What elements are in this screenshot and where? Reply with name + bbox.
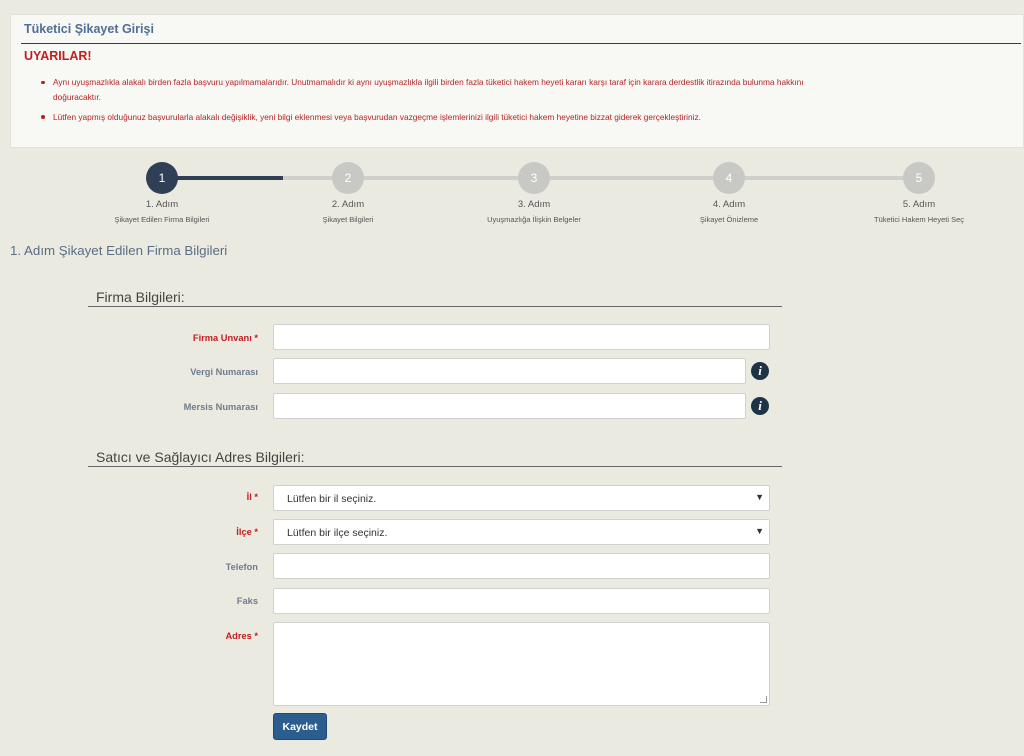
firma-group-title: Firma Bilgileri: bbox=[96, 289, 185, 305]
faks-label: Faks bbox=[236, 596, 258, 606]
step-label: 2. Adım bbox=[331, 199, 365, 210]
info-icon[interactable]: i bbox=[751, 362, 769, 380]
adres-group-divider bbox=[88, 466, 782, 467]
step-subtitle: Uyuşmazlığa İlişkin Belgeler bbox=[487, 215, 581, 224]
firma-group-divider bbox=[88, 306, 782, 307]
step-1[interactable]: 1 1. Adım Şikayet Edilen Firma Bilgileri bbox=[87, 160, 237, 224]
vergi-numarasi-label: Vergi Numarası bbox=[190, 367, 258, 377]
telefon-input[interactable] bbox=[274, 554, 769, 578]
warnings-panel: Tüketici Şikayet Girişi UYARILAR! Aynı u… bbox=[10, 14, 1024, 148]
telefon-label: Telefon bbox=[225, 562, 258, 572]
il-select[interactable]: Lütfen bir il seçiniz. ▼ bbox=[273, 485, 770, 511]
firma-unvan-label: Firma Unvanı * bbox=[192, 333, 258, 343]
ilce-select[interactable]: Lütfen bir ilçe seçiniz. ▼ bbox=[273, 519, 770, 545]
warnings-title: UYARILAR! bbox=[24, 49, 92, 63]
ilce-selected-value: Lütfen bir ilçe seçiniz. bbox=[287, 527, 388, 539]
step-label: 4. Adım bbox=[712, 199, 746, 210]
warning-item: Lütfen yapmış olduğunuz başvurularla ala… bbox=[41, 110, 831, 125]
step-subtitle: Şikayet Edilen Firma Bilgileri bbox=[114, 215, 210, 224]
step-circle: 3 bbox=[518, 162, 550, 194]
step-circle: 5 bbox=[903, 162, 935, 194]
chevron-down-icon: ▼ bbox=[755, 492, 764, 502]
chevron-down-icon: ▼ bbox=[755, 526, 764, 536]
adres-textarea[interactable] bbox=[274, 623, 769, 705]
step-subtitle: Şikayet Bilgileri bbox=[322, 215, 374, 224]
panel-title: Tüketici Şikayet Girişi bbox=[24, 22, 154, 36]
info-icon[interactable]: i bbox=[751, 397, 769, 415]
mersis-numarasi-label: Mersis Numarası bbox=[183, 402, 258, 412]
warning-item: Aynı uyuşmazlıkla alakalı birden fazla b… bbox=[41, 75, 831, 106]
il-label: İl * bbox=[246, 492, 258, 502]
panel-divider bbox=[21, 43, 1021, 44]
step-4[interactable]: 4 4. Adım Şikayet Önizleme bbox=[654, 160, 804, 224]
step-label: 3. Adım bbox=[517, 199, 551, 210]
step-subtitle: Şikayet Önizleme bbox=[699, 215, 759, 224]
mersis-numarasi-field[interactable] bbox=[273, 393, 746, 419]
step-circle: 1 bbox=[146, 162, 178, 194]
step-3[interactable]: 3 3. Adım Uyuşmazlığa İlişkin Belgeler bbox=[459, 160, 609, 224]
ilce-label: İlçe * bbox=[236, 527, 258, 537]
vergi-numarasi-input[interactable] bbox=[274, 359, 745, 383]
resize-handle-icon[interactable] bbox=[760, 696, 767, 703]
adres-field[interactable] bbox=[273, 622, 770, 706]
section-title: 1. Adım Şikayet Edilen Firma Bilgileri bbox=[10, 243, 228, 258]
il-selected-value: Lütfen bir il seçiniz. bbox=[287, 493, 377, 505]
vergi-numarasi-field[interactable] bbox=[273, 358, 746, 384]
firma-unvan-input[interactable] bbox=[274, 325, 769, 349]
step-5[interactable]: 5 5. Adım Tüketici Hakem Heyeti Seç bbox=[844, 160, 994, 224]
step-label: 1. Adım bbox=[145, 199, 179, 210]
step-2[interactable]: 2 2. Adım Şikayet Bilgileri bbox=[273, 160, 423, 224]
adres-label: Adres * bbox=[225, 631, 258, 641]
step-progress: 1 1. Adım Şikayet Edilen Firma Bilgileri… bbox=[0, 160, 1024, 235]
save-button[interactable]: Kaydet bbox=[273, 713, 327, 740]
step-label: 5. Adım bbox=[902, 199, 936, 210]
telefon-field[interactable] bbox=[273, 553, 770, 579]
faks-field[interactable] bbox=[273, 588, 770, 614]
mersis-numarasi-input[interactable] bbox=[274, 394, 745, 418]
faks-input[interactable] bbox=[274, 589, 769, 613]
step-subtitle: Tüketici Hakem Heyeti Seç bbox=[873, 215, 965, 224]
warnings-list: Aynı uyuşmazlıkla alakalı birden fazla b… bbox=[41, 75, 831, 129]
step-circle: 4 bbox=[713, 162, 745, 194]
adres-group-title: Satıcı ve Sağlayıcı Adres Bilgileri: bbox=[96, 449, 305, 465]
firma-unvan-field[interactable] bbox=[273, 324, 770, 350]
step-circle: 2 bbox=[332, 162, 364, 194]
